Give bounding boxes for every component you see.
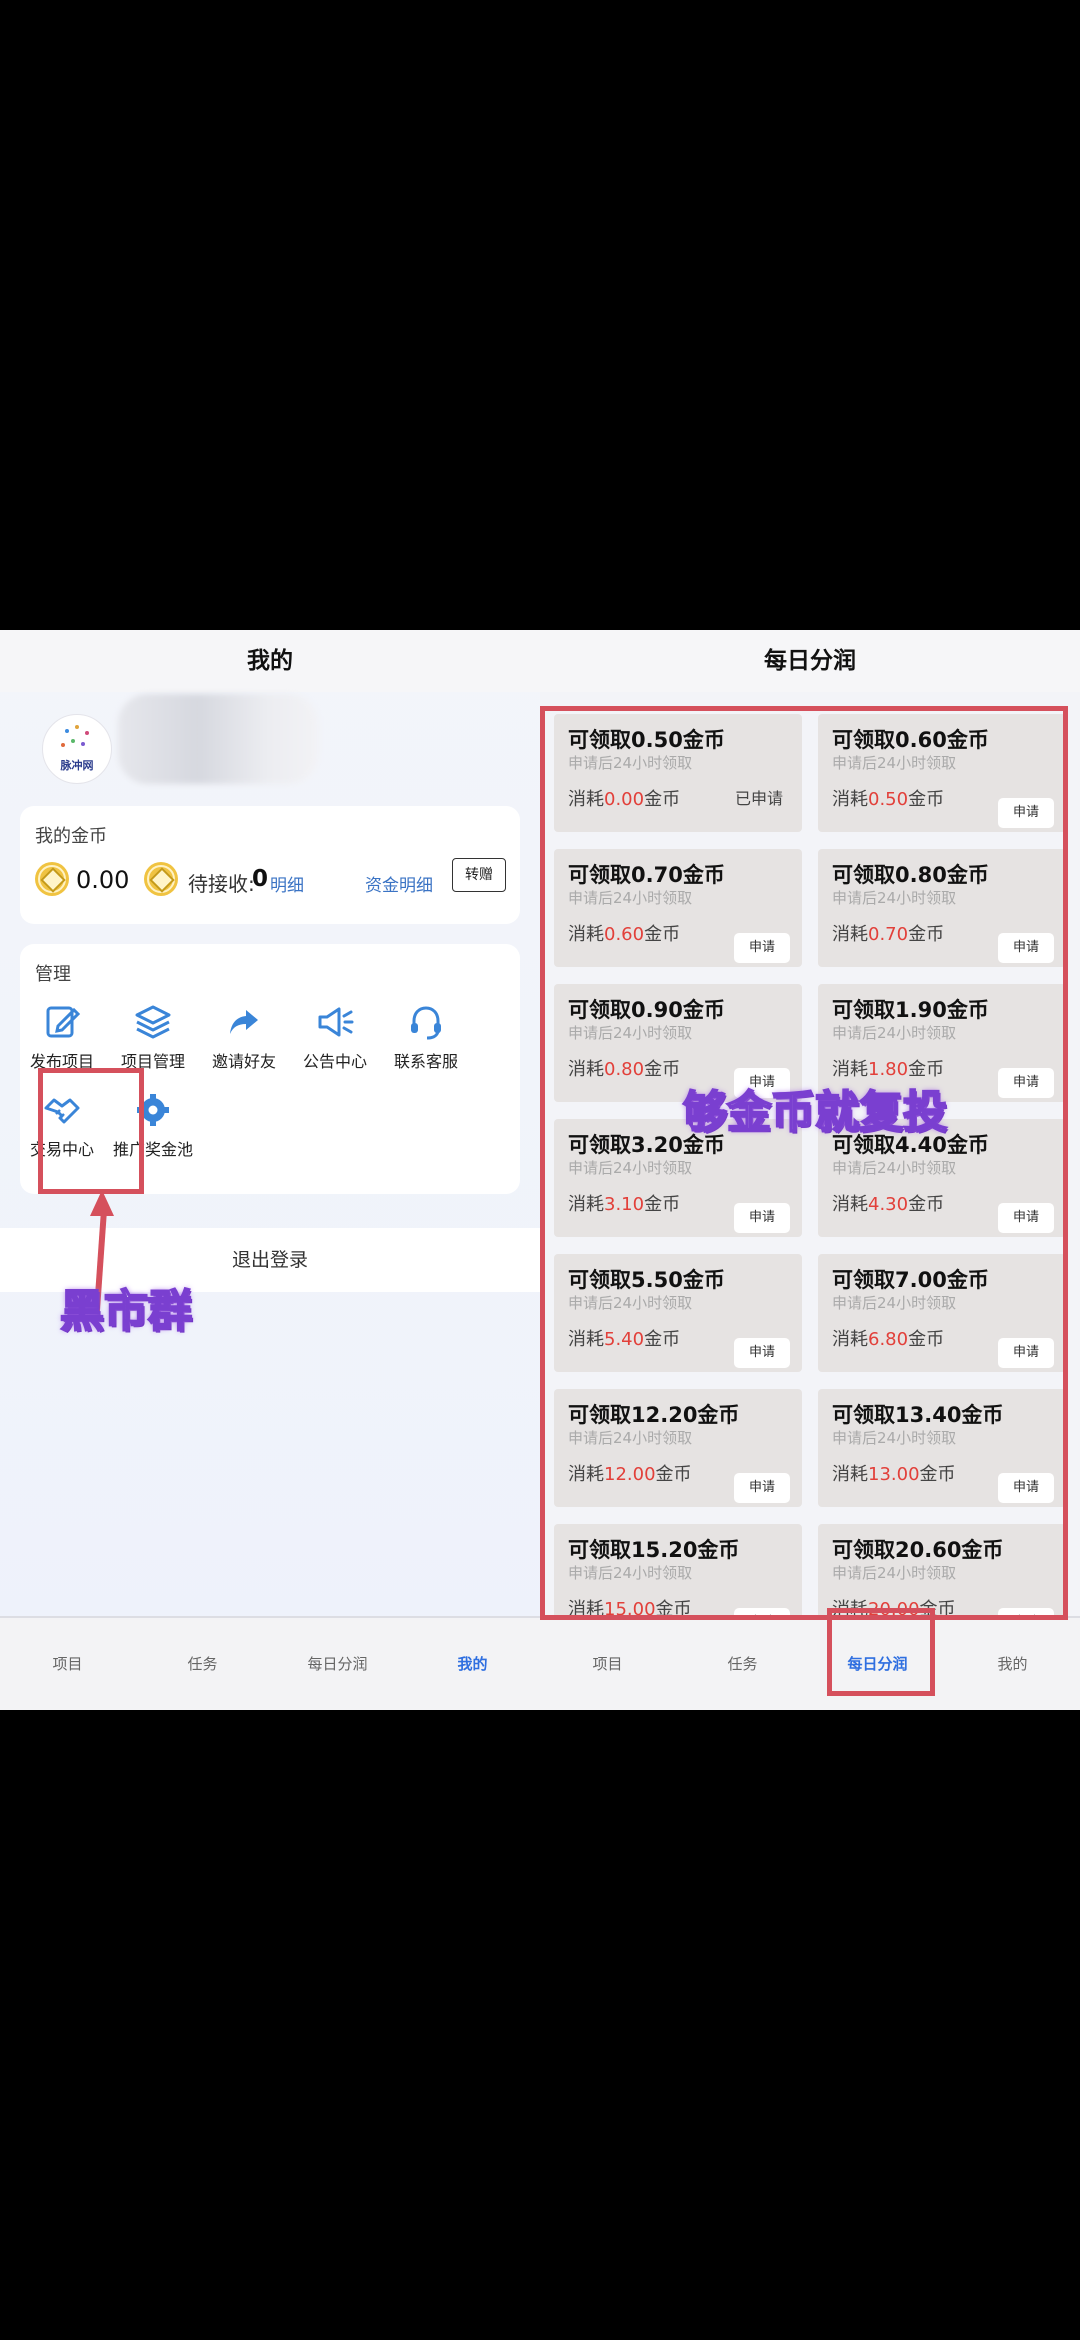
logo-dot [85, 731, 89, 735]
pending-label: 待接收: [188, 872, 255, 896]
nav-tab[interactable]: 我的 [945, 1618, 1080, 1712]
edit-icon [46, 1006, 81, 1038]
manage-item-invite[interactable]: 邀请好友 [198, 1002, 290, 1072]
blurred-username [118, 694, 318, 784]
annotation-box-card-grid [540, 706, 1068, 1620]
annotation-box-trade-center [38, 1068, 144, 1194]
nav-tab[interactable]: 每日分润 [270, 1618, 405, 1712]
detail-link[interactable]: 明细 [270, 871, 304, 896]
pending-coin-icon [144, 862, 178, 896]
share-arrow-icon [230, 1010, 258, 1034]
annotation-box-daily-tab [827, 1608, 935, 1696]
avatar-logo-text: 脉冲网 [60, 759, 94, 772]
page-title: 我的 [0, 630, 540, 692]
manage-item-label: 邀请好友 [211, 1052, 276, 1071]
nav-tab[interactable]: 我的 [405, 1618, 540, 1712]
nav-tab[interactable]: 任务 [675, 1618, 810, 1712]
annotation-text-black-market: 黑市群 [59, 1285, 193, 1338]
manage-item-announcements[interactable]: 公告中心 [289, 1002, 381, 1072]
manage-item-projects[interactable]: 项目管理 [107, 1002, 199, 1072]
coin-card: 我的金币 0.00 待接收: 0 明细 资金明细 转赠 [20, 806, 520, 924]
logo-dot [81, 742, 85, 746]
page-title: 每日分润 [540, 630, 1080, 692]
manage-card-title: 管理 [35, 964, 71, 985]
nav-tab[interactable]: 任务 [135, 1618, 270, 1712]
manage-item-support[interactable]: 联系客服 [380, 1002, 472, 1072]
avatar[interactable]: 脉冲网 [42, 714, 112, 784]
annotation-text-reinvest: 够金币就复投 [682, 1086, 948, 1139]
screenshot-composite: 我的 脉冲网 我的金币 0.00 待接收: 0 明细 资金明细 转赠 管理 发布… [0, 630, 1080, 1710]
coin-balance: 0.00 [76, 866, 130, 894]
manage-item-label: 联系客服 [393, 1052, 458, 1071]
annotation-arrow-head [90, 1190, 114, 1216]
nav-tab[interactable]: 项目 [0, 1618, 135, 1712]
nav-tab[interactable]: 项目 [540, 1618, 675, 1712]
manage-item-label: 公告中心 [302, 1052, 367, 1071]
coin-card-title: 我的金币 [35, 826, 107, 847]
layers-icon [135, 1005, 171, 1039]
fund-detail-link[interactable]: 资金明细 [365, 871, 433, 896]
logo-dot [75, 725, 79, 729]
logo-dot [61, 743, 65, 747]
headset-icon [411, 1006, 441, 1040]
coin-icon [35, 862, 69, 896]
pending-value: 0 [252, 866, 269, 892]
manage-item-publish[interactable]: 发布项目 [16, 1002, 108, 1072]
logo-dot [71, 739, 75, 743]
megaphone-icon [318, 1007, 354, 1037]
transfer-button[interactable]: 转赠 [452, 858, 506, 892]
logo-dot [65, 729, 69, 733]
